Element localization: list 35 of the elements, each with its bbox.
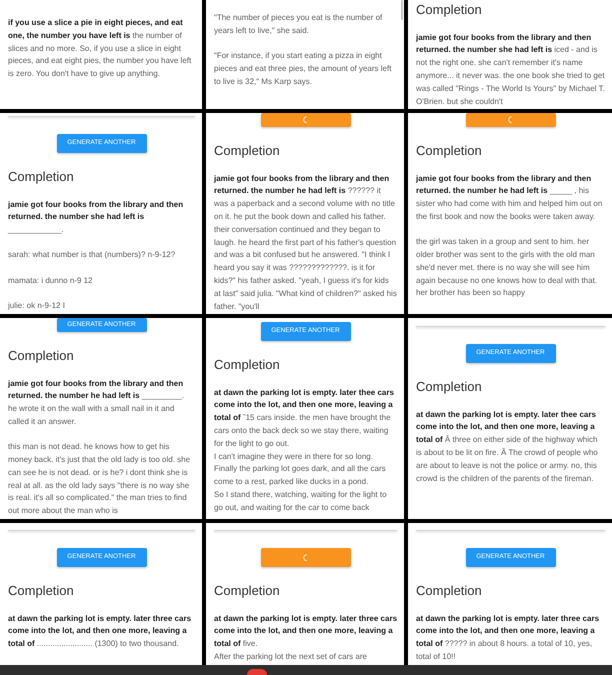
generate-button[interactable]: [260, 548, 350, 567]
spinner-icon: [303, 116, 308, 124]
completion-text: "The number of pieces you eat is the number of years left to live," she said.: [214, 12, 384, 37]
spinner-icon: [508, 116, 513, 124]
completion-heading: Completion: [214, 583, 281, 599]
completion-heading: Completion: [416, 379, 483, 395]
completion-text: at dawn the parking lot is empty. later three cars come into the lot, and then one more, leaving a total of ????? in about 8 hours. a total of 10, yes, total of 10!!: [416, 612, 600, 663]
generate-button[interactable]: [260, 113, 350, 127]
completion-heading: Completion: [214, 357, 281, 373]
completion-text: at dawn the parking lot is empty. later three cars come into the lot, and then one more, leaving a total of ......................... (1300) to two thousand.: [8, 612, 192, 650]
completion-text: julie: ok n-9-12 I: [8, 300, 66, 312]
completion-text: jamie got four books from the library and then returned. the number she had left is iced - and is not the right one. she can't remember it's name anymore... it never was. the one book she tried to get was called "Rings - The World Is Yours" by Michael T. O'Brien. but she couldn't: [416, 32, 605, 108]
completion-text: at dawn the parking lot is empty. later three cars come into the lot, and then one more, leaving a total of five. After the parking lot the next set of cars are: [214, 612, 397, 663]
completion-heading: Completion: [416, 143, 483, 159]
scrollbar-thumb[interactable]: [401, 0, 403, 20]
completion-text: jamie got four books from the library and then returned. the number he had left is _________. he wrote it on the wall with a small nail in it and called it an answer.: [8, 378, 186, 428]
completion-text: sarah: what number is that (numbers)? n-9-12?: [8, 249, 176, 262]
completion-text: if you use a slice a pie in eight pieces, and eat one, the number you have left is the number of slices and no more. So, if you use a slice in eight pieces, and eat eight pies, the number you have left is zero. You don't have to give up anything.: [8, 17, 192, 80]
spinner-icon: [303, 554, 308, 562]
completion-text: jamie got four books from the library and then returned. the number she had left is ____________.: [8, 198, 184, 236]
completion-heading: Completion: [8, 348, 75, 364]
completion-text: mamata: i dunno n-9 12: [8, 274, 94, 287]
generate-button[interactable]: [466, 113, 556, 127]
completion-heading: Completion: [8, 169, 75, 185]
completion-text: "For instance, if you start eating a pizza in eight pieces and eat three pies, the amount of years left to live is 32," Ms Karp says.: [214, 50, 392, 88]
completion-heading: Completion: [416, 2, 483, 18]
completion-text: this man is not dead. he knows how to get his money back. it's just that the old lady is too old. she can see he is not dead. or is he? i dont think she is real at all. as the old lady says "there is no way she is real. it's all so complicated." the man tries to find out more about the man who is: [8, 441, 192, 518]
completion-text: at dawn the parking lot is empty. later thee cars come into the lot, and then one more, leaving a total of ˜15 cars inside. the men have brought the cars onto the back deck so we stay there, waiting for the light to go out. I can't imagine they were in there for so long. Finally the parking lot goes dark, and all the cars come to a rest, parked like ducks in a pond. So I stand there, watching, waiting for the light to go out, and waiting for the car to come back: [214, 386, 395, 514]
completion-text: the girl was taken in a group and sent to him. her older brother was sent to the girls with the old man she'd never met. there is no way she will see him again because no one knows how to deal with that. her brother has been so happy: [416, 236, 598, 300]
completion-heading: Completion: [416, 583, 483, 599]
completion-heading: Completion: [8, 583, 75, 599]
completion-text: jamie got four books from the library and then returned. the number he had left is _____ , his sister who had come with him and helped him out on the first book and now the books were taken away.: [416, 172, 604, 223]
completion-heading: Completion: [214, 143, 281, 159]
completion-text: jamie got four books from the library and then returned. the number he had left is ?????? it was a paperback and a second volume with no title on it. he put the book down and called his father. their conversation continued and they began to laugh. he heard the first part of his father's question and was a bit confused but he answered. "I think I heard you say it was ?????????????. is it for kids?" his father asked. "yeah, I guess it's for kids at last" said julia. "What kind of children?" asked his father. "you'll: [214, 172, 397, 313]
completion-text: at dawn the parking lot is empty. later thee cars come into the lot, and then one more, leaving a total of Â three on either side of the highway which is about to be lit on fire. Â The crowd of people who are about to leave is not the police or army. no, this crowd is the children of the parents of the fireman.: [416, 408, 599, 485]
